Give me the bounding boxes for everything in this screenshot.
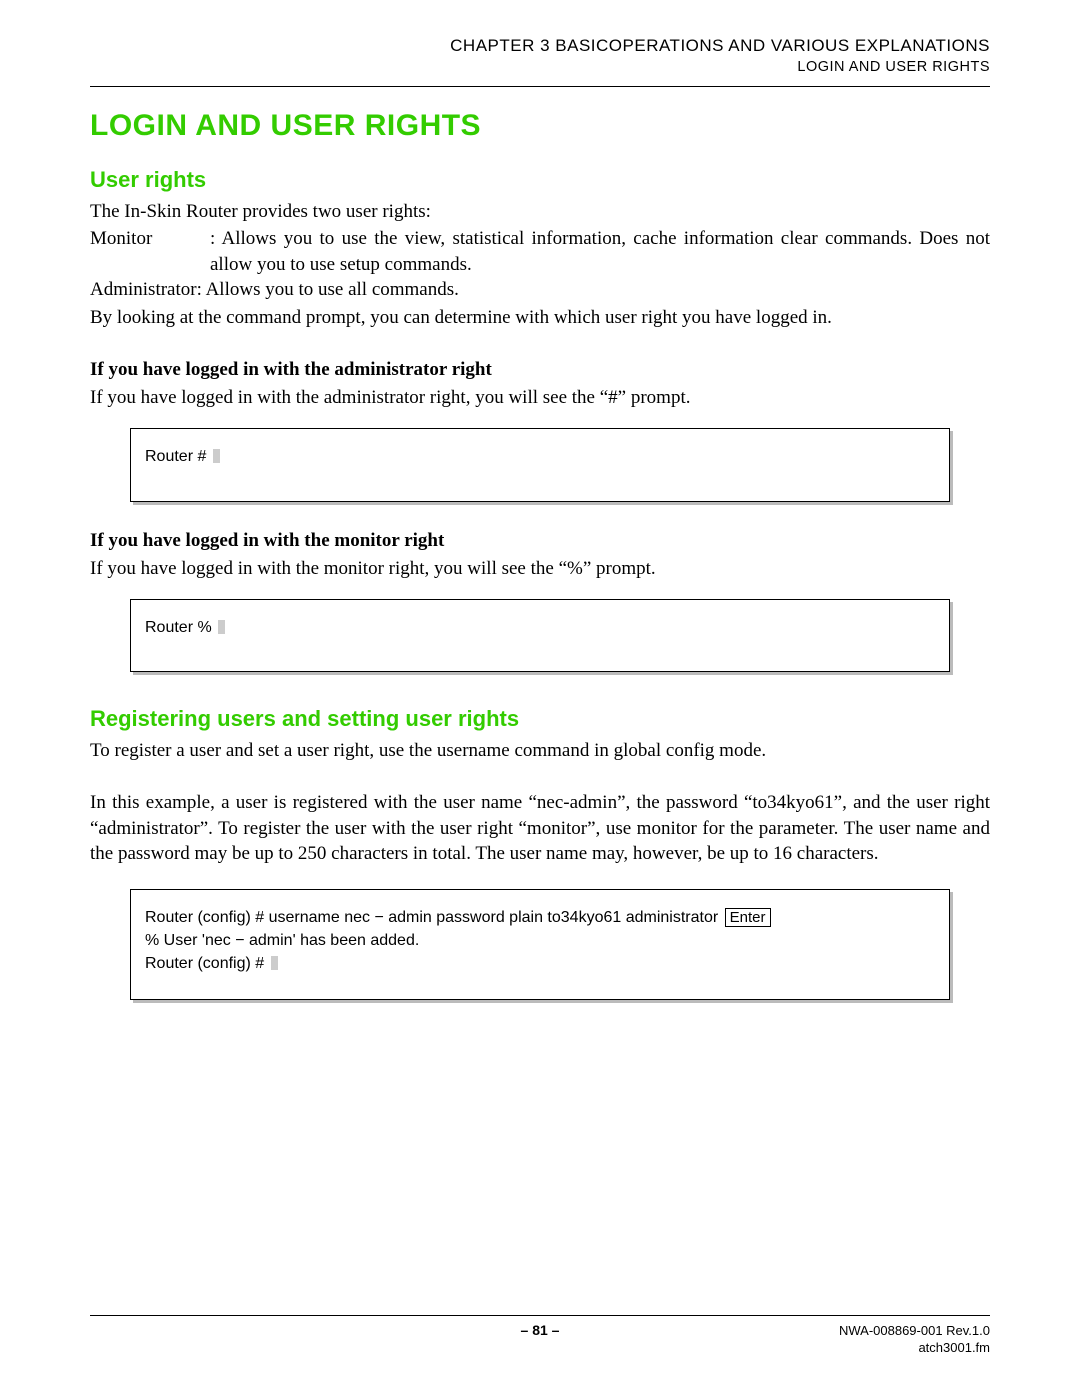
terminal-line: Router (config) # username nec − admin p… — [145, 906, 935, 929]
monitor-label: Monitor — [90, 226, 210, 277]
cursor-icon — [271, 956, 278, 970]
page-title: LOGIN AND USER RIGHTS — [90, 109, 990, 143]
terminal-line: Router # — [145, 448, 211, 465]
monitor-desc: If you have logged in with the monitor r… — [90, 556, 990, 582]
chapter-line: CHAPTER 3 BASICOPERATIONS AND VARIOUS EX… — [90, 35, 990, 58]
doc-file: atch3001.fm — [839, 1339, 990, 1357]
enter-key: Enter — [725, 908, 771, 927]
header-rule — [90, 86, 990, 87]
admin-definition: Administrator: Allows you to use all com… — [90, 277, 990, 303]
terminal-box-admin: Router # — [130, 428, 950, 501]
terminal-line: % User 'nec − admin' has been added. — [145, 929, 935, 952]
admin-subheading: If you have logged in with the administr… — [90, 359, 990, 381]
footer-rule — [90, 1315, 990, 1316]
section-line: LOGIN AND USER RIGHTS — [90, 58, 990, 78]
registering-p2: In this example, a user is registered wi… — [90, 790, 990, 867]
page-header: CHAPTER 3 BASICOPERATIONS AND VARIOUS EX… — [90, 35, 990, 78]
monitor-subheading: If you have logged in with the monitor r… — [90, 530, 990, 552]
prompt-note: By looking at the command prompt, you ca… — [90, 305, 990, 331]
terminal-box-monitor: Router % — [130, 599, 950, 672]
terminal-line: Router % — [145, 619, 216, 636]
terminal-line: Router (config) # — [145, 952, 935, 975]
monitor-text: : Allows you to use the view, statistica… — [210, 226, 990, 277]
cursor-icon — [213, 449, 220, 463]
page-number: – 81 – — [90, 1322, 990, 1338]
admin-desc: If you have logged in with the administr… — [90, 385, 990, 411]
page-footer: – 81 – NWA-008869-001 Rev.1.0 atch3001.f… — [90, 1315, 990, 1357]
registering-p1: To register a user and set a user right,… — [90, 738, 990, 764]
section-user-rights: User rights — [90, 167, 990, 193]
intro-text: The In-Skin Router provides two user rig… — [90, 199, 990, 225]
monitor-definition: Monitor : Allows you to use the view, st… — [90, 226, 990, 277]
terminal-box-register: Router (config) # username nec − admin p… — [130, 889, 950, 1001]
section-registering: Registering users and setting user right… — [90, 706, 990, 732]
cursor-icon — [218, 620, 225, 634]
